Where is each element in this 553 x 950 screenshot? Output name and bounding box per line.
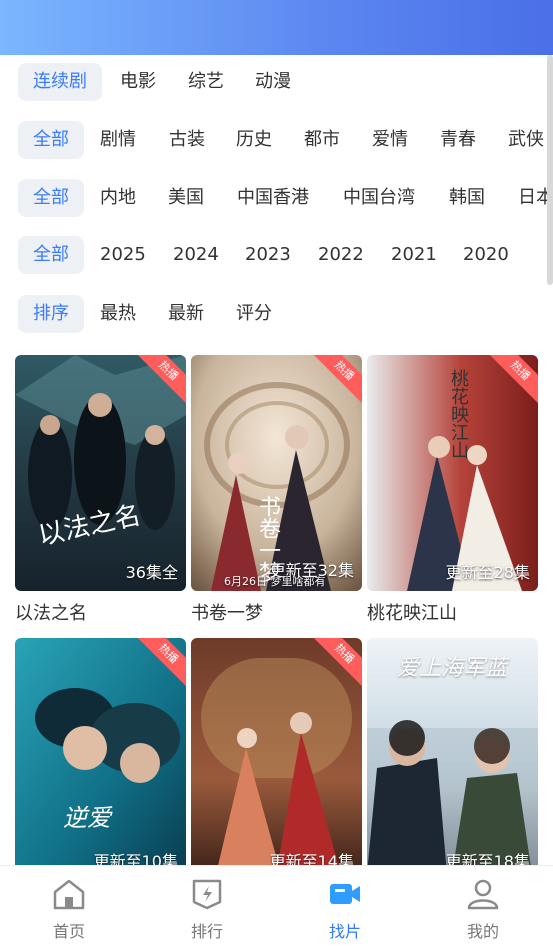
filter-type-series[interactable]: 连续剧 bbox=[18, 63, 102, 101]
filter-row-genre: 全部 剧情 古装 历史 都市 爱情 青春 武侠 bbox=[0, 121, 547, 161]
filter-region-taiwan[interactable]: 中国台湾 bbox=[328, 179, 430, 217]
episode-count: 更新至32集 bbox=[269, 561, 354, 580]
episode-count: 更新至14集 bbox=[269, 852, 354, 865]
tab-ranking[interactable]: 排行 bbox=[138, 866, 276, 950]
filter-row-region: 全部 内地 美国 中国香港 中国台湾 韩国 日本 bbox=[0, 179, 547, 219]
filter-year-2021[interactable]: 2021 bbox=[376, 236, 452, 274]
poster-title: 桃花映江山 bbox=[367, 603, 457, 624]
filter-year-2020[interactable]: 2020 bbox=[448, 236, 524, 274]
poster-image: 热播 书卷一梦 6月26日 梦里啥都有 更新至32集 bbox=[191, 355, 362, 591]
filter-year-all[interactable]: 全部 bbox=[18, 236, 84, 274]
filter-year-2024[interactable]: 2024 bbox=[158, 236, 234, 274]
poster-image: 热播 更新至14集 bbox=[191, 638, 362, 865]
filter-genre-youth[interactable]: 青春 bbox=[425, 121, 491, 159]
filter-genre-urban[interactable]: 都市 bbox=[289, 121, 355, 159]
tab-discover[interactable]: 找片 bbox=[276, 866, 414, 950]
filter-type-anime[interactable]: 动漫 bbox=[240, 63, 306, 101]
filter-region-mainland[interactable]: 内地 bbox=[85, 179, 151, 217]
filter-genre-drama[interactable]: 剧情 bbox=[85, 121, 151, 159]
episode-count: 更新至28集 bbox=[445, 563, 530, 582]
ranking-icon bbox=[192, 879, 222, 910]
filter-region-korea[interactable]: 韩国 bbox=[434, 179, 500, 217]
tab-home[interactable]: 首页 bbox=[0, 866, 138, 950]
user-icon bbox=[467, 879, 499, 910]
poster-image: 热播 桃花映江山 更新至28集 bbox=[367, 355, 538, 591]
filter-genre-wuxia[interactable]: 武侠 bbox=[493, 121, 547, 159]
home-icon bbox=[53, 879, 85, 910]
poster-calligraphy: 桃花映江山 bbox=[448, 369, 469, 459]
poster-calligraphy: 逆爱 bbox=[63, 804, 111, 832]
filter-year-2025[interactable]: 2025 bbox=[85, 236, 161, 274]
filter-region-hongkong[interactable]: 中国香港 bbox=[222, 179, 324, 217]
poster-title: 书卷一梦 bbox=[191, 603, 263, 624]
tab-label: 我的 bbox=[466, 922, 499, 941]
filter-year-2023[interactable]: 2023 bbox=[230, 236, 306, 274]
header-bar bbox=[0, 0, 553, 55]
poster-calligraphy: 爱上海军蓝 bbox=[397, 656, 508, 681]
poster-image: 热播 以法之名 36集全 bbox=[15, 355, 186, 591]
filter-genre-all[interactable]: 全部 bbox=[18, 121, 84, 159]
poster-image: 爱上海军蓝 更新至18集 bbox=[367, 638, 538, 865]
scrollbar[interactable] bbox=[547, 55, 553, 285]
filter-year-2022[interactable]: 2022 bbox=[303, 236, 379, 274]
filter-genre-history[interactable]: 历史 bbox=[221, 121, 287, 159]
episode-count: 更新至18集 bbox=[445, 852, 530, 865]
tab-label: 找片 bbox=[328, 922, 361, 941]
poster-art bbox=[191, 638, 362, 865]
poster-image: 热播 逆爱 更新至10集 bbox=[15, 638, 186, 865]
filter-sort-newest[interactable]: 最新 bbox=[153, 295, 219, 333]
episode-count: 36集全 bbox=[125, 563, 178, 582]
filter-row-year: 全部 2025 2024 2023 2022 2021 2020 bbox=[0, 236, 547, 276]
filter-row-type: 连续剧 电影 综艺 动漫 bbox=[0, 63, 547, 103]
filter-region-usa[interactable]: 美国 bbox=[153, 179, 219, 217]
filter-type-movie[interactable]: 电影 bbox=[105, 63, 171, 101]
filter-type-variety[interactable]: 综艺 bbox=[173, 63, 239, 101]
filter-region-all[interactable]: 全部 bbox=[18, 179, 84, 217]
poster-grid: 热播 以法之名 36集全 以法之名 热播 书卷一梦 6月26日 梦里啥都有 更新… bbox=[15, 355, 538, 865]
filter-sort-hottest[interactable]: 最热 bbox=[85, 295, 151, 333]
episode-count: 更新至10集 bbox=[93, 852, 178, 865]
tab-profile[interactable]: 我的 bbox=[414, 866, 552, 950]
tab-label: 排行 bbox=[190, 922, 223, 941]
poster-art bbox=[15, 355, 186, 591]
filter-genre-costume[interactable]: 古装 bbox=[154, 121, 220, 159]
filter-sort-label[interactable]: 排序 bbox=[18, 295, 84, 333]
filter-sort-rating[interactable]: 评分 bbox=[221, 295, 287, 333]
tab-label: 首页 bbox=[52, 922, 85, 941]
video-camera-icon bbox=[330, 884, 360, 904]
filter-row-sort: 排序 最热 最新 评分 bbox=[0, 295, 547, 335]
filter-region-japan[interactable]: 日本 bbox=[503, 179, 547, 217]
bottom-tab-bar: 首页 排行 找片 我的 bbox=[0, 865, 553, 950]
filter-genre-romance[interactable]: 爱情 bbox=[357, 121, 423, 159]
poster-title: 以法之名 bbox=[15, 603, 87, 624]
